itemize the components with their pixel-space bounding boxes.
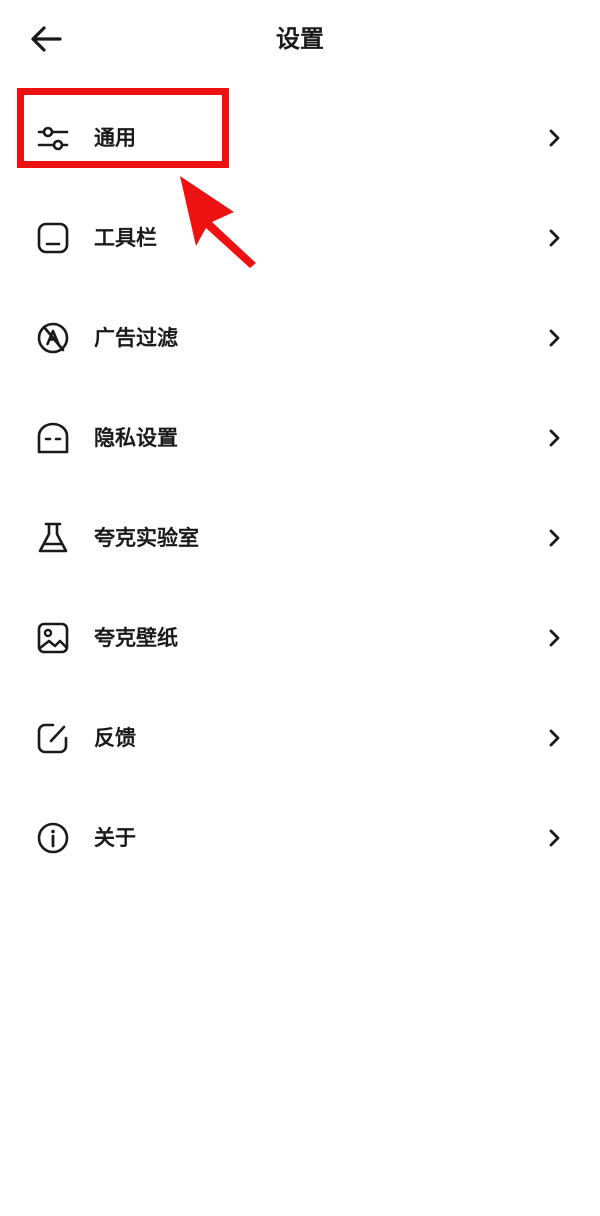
image-icon — [37, 622, 69, 654]
chevron-right-icon — [549, 529, 560, 547]
menu-item-lab[interactable]: 夸克实验室 — [0, 488, 600, 588]
chevron-right-icon — [549, 429, 560, 447]
edit-icon — [37, 723, 68, 754]
menu-item-label: 反馈 — [94, 726, 136, 750]
chevron-right-icon — [549, 329, 560, 347]
menu-item-label: 隐私设置 — [94, 426, 178, 450]
menu-item-label: 夸克实验室 — [94, 526, 199, 550]
menu-item-wallpaper[interactable]: 夸克壁纸 — [0, 588, 600, 688]
info-icon — [37, 822, 69, 854]
privacy-face-icon — [37, 422, 69, 454]
menu-item-label: 关于 — [94, 826, 136, 850]
menu-item-label: 夸克壁纸 — [94, 626, 178, 650]
menu-item-about[interactable]: 关于 — [0, 788, 600, 888]
ad-block-icon — [37, 322, 69, 354]
annotation-arrow-icon — [180, 176, 256, 268]
chevron-right-icon — [549, 629, 560, 647]
chevron-right-icon — [549, 729, 560, 747]
flask-icon — [38, 522, 68, 553]
menu-item-feedback[interactable]: 反馈 — [0, 688, 600, 788]
menu-item-label: 广告过滤 — [94, 326, 178, 350]
menu-item-privacy[interactable]: 隐私设置 — [0, 388, 600, 488]
chevron-right-icon — [549, 829, 560, 847]
menu-item-ad-filter[interactable]: 广告过滤 — [0, 288, 600, 388]
